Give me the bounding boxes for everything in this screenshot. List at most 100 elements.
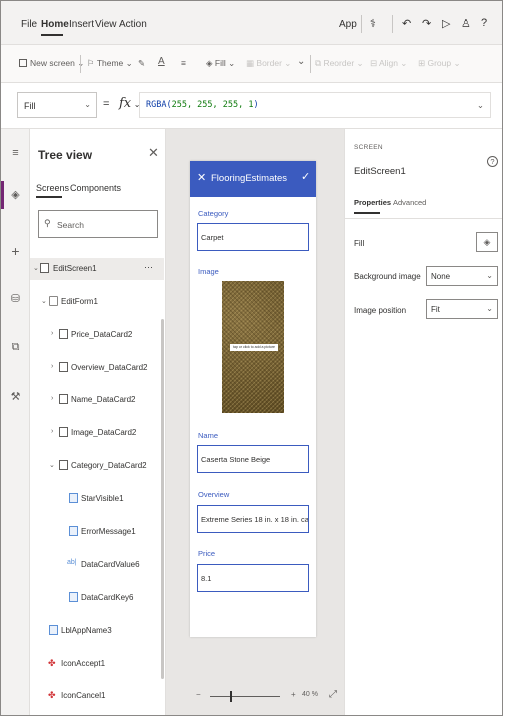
chevron-down-icon[interactable]: ⌄: [297, 56, 305, 67]
new-screen-button[interactable]: New screen ⌄: [19, 58, 84, 69]
image-position-value: Fit: [431, 305, 440, 314]
zoom-out-button[interactable]: −: [196, 690, 201, 699]
edit-screen-preview[interactable]: ✕ FlooringEstimates ✓ Category Carpet Im…: [190, 161, 316, 637]
divider: [392, 15, 393, 33]
tree-item-datacardkey6[interactable]: DataCardKey6: [30, 587, 164, 609]
tools-icon[interactable]: ⚒: [9, 391, 22, 404]
font-color-icon[interactable]: A: [158, 56, 165, 67]
app-checker-label[interactable]: App: [339, 19, 357, 30]
accept-check-icon[interactable]: ✓: [301, 170, 310, 183]
fill-color-picker[interactable]: ◈: [476, 232, 498, 252]
zoom-in-button[interactable]: +: [291, 690, 296, 699]
overview-field[interactable]: Extreme Series 18 in. x 18 in. carpet ti…: [197, 505, 309, 533]
label-icon: [69, 592, 78, 602]
menu-file[interactable]: File: [21, 19, 37, 30]
chevron-right-icon[interactable]: ›: [51, 395, 53, 402]
property-dropdown[interactable]: Fill ⌄: [17, 92, 97, 118]
chevron-down-icon[interactable]: ⌄: [33, 264, 39, 272]
chevron-right-icon[interactable]: ›: [51, 363, 53, 370]
formula-input[interactable]: RGBA(255, 255, 255, 1) ⌄: [139, 92, 491, 118]
user-icon[interactable]: ♙: [461, 17, 471, 30]
tree-item-errormessage1[interactable]: ErrorMessage1: [30, 521, 164, 543]
tree-item-category-datacard2[interactable]: ⌄ Category_DataCard2: [30, 455, 164, 477]
tree-item-iconaccept1[interactable]: ✤ IconAccept1: [30, 653, 164, 675]
chevron-down-icon[interactable]: ⌄: [477, 100, 484, 111]
price-label: Price: [198, 549, 216, 558]
icon-control-icon: ✤: [48, 690, 56, 700]
chevron-down-icon[interactable]: ⌄: [41, 297, 47, 305]
tree-item-image-datacard2[interactable]: › Image_DataCard2: [30, 422, 164, 444]
tree-item-editscreen1[interactable]: ⌄ EditScreen1 ···: [30, 258, 164, 280]
tree-item-price-datacard2[interactable]: › Price_DataCard2: [30, 324, 164, 346]
cancel-icon[interactable]: ✕: [197, 171, 206, 184]
zoom-percent: 40 %: [302, 691, 318, 698]
tree-view-title: Tree view: [38, 148, 93, 162]
stethoscope-icon[interactable]: ⚕: [370, 17, 376, 30]
price-field[interactable]: 8.1: [197, 564, 309, 592]
tree-item-label: Price_DataCard2: [71, 330, 133, 339]
border-button[interactable]: ▦ Border ⌄: [246, 58, 291, 69]
tree-item-name-datacard2[interactable]: › Name_DataCard2: [30, 389, 164, 411]
data-cylinder-icon[interactable]: ⛁: [9, 293, 22, 306]
theme-label: Theme: [96, 58, 124, 68]
insert-plus-icon[interactable]: +: [9, 244, 22, 258]
tree-item-datacardvalue6[interactable]: ab| DataCardValue6: [30, 554, 164, 576]
hamburger-menu-icon[interactable]: ≡: [9, 147, 22, 160]
equals-sign: =: [103, 98, 110, 110]
chevron-down-icon: ⌄: [486, 271, 493, 280]
text-align-icon[interactable]: ≡: [181, 58, 186, 68]
formula-close: ): [253, 100, 259, 110]
fx-icon[interactable]: fx ⌄: [119, 96, 140, 111]
tree-item-overview-datacard2[interactable]: › Overview_DataCard2: [30, 357, 164, 379]
theme-button[interactable]: ⚐ Theme ⌄: [87, 58, 133, 69]
menu-view[interactable]: View: [95, 19, 117, 30]
tree-item-iconcancel1[interactable]: ✤ IconCancel1: [30, 685, 164, 707]
search-input[interactable]: ⚲ Search: [38, 210, 158, 238]
left-rail: ≡ ◈ + ⛁ ⧉ ⚒: [1, 129, 30, 715]
layers-icon[interactable]: ◈: [9, 189, 22, 202]
tab-advanced[interactable]: Advanced: [393, 198, 426, 207]
tree-scrollbar[interactable]: [161, 319, 164, 679]
menu-insert[interactable]: Insert: [69, 19, 94, 30]
tree-item-lblappname3[interactable]: LblAppName3: [30, 620, 164, 642]
zoom-slider-thumb[interactable]: [230, 691, 232, 702]
formula-function: RGBA(: [146, 100, 172, 110]
carpet-image[interactable]: tap or click to add a picture: [222, 281, 284, 413]
search-placeholder: Search: [57, 220, 84, 230]
redo-icon[interactable]: ↷: [422, 17, 431, 30]
chevron-down-icon[interactable]: ⌄: [49, 461, 55, 469]
fill-bucket-icon: ◈: [206, 58, 215, 68]
zoom-slider-track[interactable]: [210, 696, 280, 697]
group-button[interactable]: ⊞ Group ⌄: [418, 58, 461, 69]
undo-icon[interactable]: ↶: [402, 17, 411, 30]
more-options-icon[interactable]: ···: [144, 262, 153, 272]
close-icon[interactable]: ✕: [148, 145, 159, 161]
menu-home[interactable]: Home: [41, 19, 69, 30]
design-canvas[interactable]: ✕ FlooringEstimates ✓ Category Carpet Im…: [166, 129, 344, 715]
image-position-dropdown[interactable]: Fit ⌄: [426, 299, 498, 319]
fit-to-window-icon[interactable]: ⤢: [329, 689, 337, 700]
menu-action[interactable]: Action: [119, 19, 147, 30]
help-icon[interactable]: ?: [487, 156, 498, 167]
chevron-right-icon[interactable]: ›: [51, 428, 53, 435]
help-icon[interactable]: ?: [481, 17, 487, 29]
align-button[interactable]: ⊟ Align ⌄: [370, 58, 407, 69]
category-field[interactable]: Carpet: [197, 223, 309, 251]
background-image-dropdown[interactable]: None ⌄: [426, 266, 498, 286]
image-label: Image: [198, 267, 219, 276]
tab-components[interactable]: Components: [70, 183, 121, 193]
tree-item-editform1[interactable]: ⌄ EditForm1: [30, 291, 164, 313]
fill-button[interactable]: ◈ Fill ⌄: [206, 58, 235, 69]
reorder-button[interactable]: ⧉ Reorder ⌄: [315, 58, 364, 69]
chevron-right-icon[interactable]: ›: [51, 330, 53, 337]
tab-properties[interactable]: Properties: [354, 198, 391, 207]
tree-item-starvisible1[interactable]: StarVisible1: [30, 488, 164, 510]
play-icon[interactable]: ▷: [442, 17, 450, 30]
media-icon[interactable]: ⧉: [9, 341, 22, 354]
group-label: Group: [427, 58, 452, 68]
tree-item-label: StarVisible1: [81, 494, 124, 503]
tab-screens[interactable]: Screens: [36, 183, 69, 193]
name-field[interactable]: Caserta Stone Beige: [197, 445, 309, 473]
text-format-icon[interactable]: ✎: [138, 58, 145, 69]
divider: [80, 55, 81, 73]
